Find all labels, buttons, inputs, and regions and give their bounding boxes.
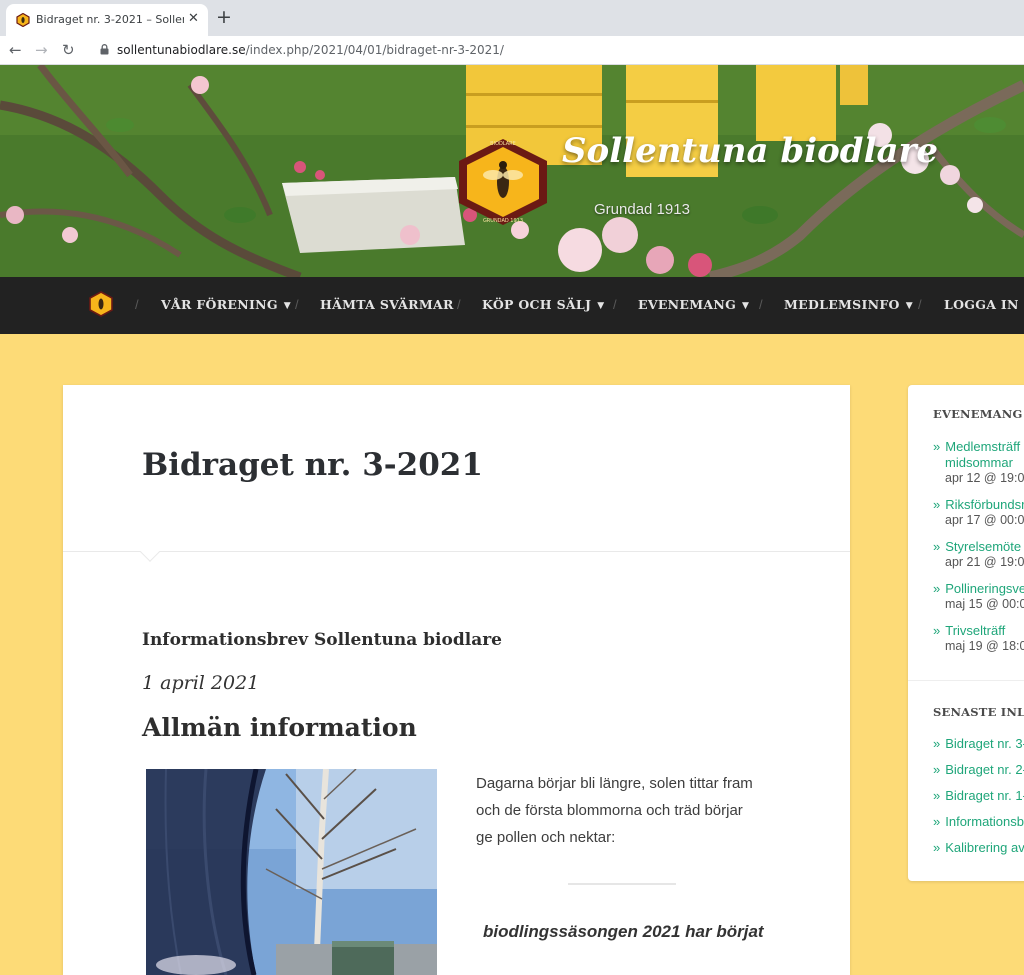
logo-top-text: BIODLARE [490,141,516,147]
new-tab-button[interactable]: + [216,7,232,27]
chevron-down-icon: ▼ [742,301,750,311]
url-path: /index.php/2021/04/01/bidraget-nr-3-2021… [245,43,504,57]
recent-posts-widget-title: SENASTE INLÄG [933,705,1024,719]
event-title: Trivselträff [945,623,1006,638]
chevron-right-icon: » [933,539,941,554]
event-date: apr 12 @ 19:0 [945,471,1024,485]
forward-arrow-icon[interactable]: → [35,40,48,60]
menu-separator: / [759,297,763,312]
menu-item-logga-in[interactable]: LOGGA IN [944,297,1019,312]
sidebar-event-link-line2[interactable]: midsommar [945,455,1013,470]
chevron-right-icon: » [933,788,941,803]
event-date: apr 17 @ 00:0 [945,513,1024,527]
post-title: Bidraget nr. 3-2021 [142,447,483,483]
recent-post-title: Bidraget nr. 1- [945,788,1024,803]
menu-item-evenemang[interactable]: EVENEMANG ▼ [638,297,749,312]
url-host: sollentunabiodlare.se [117,43,246,57]
recent-post-link[interactable]: » Bidraget nr. 1- [933,788,1024,803]
post-subheading: Informationsbrev Sollentuna biodlare [142,630,502,650]
tab-close-icon[interactable]: ✕ [188,11,199,26]
chevron-right-icon: » [933,581,941,596]
menu-item-medlemsinfo[interactable]: MEDLEMSINFO ▼ [784,297,913,312]
event-title: Pollineringsve [945,581,1024,596]
menu-item-hamta-svarmar[interactable]: HÄMTA SVÄRMAR [320,297,454,312]
chevron-down-icon: ▼ [597,301,605,311]
association-logo-icon: BIODLARE GRUNDAD 1913 [459,139,547,225]
paragraph-line: Dagarna börjar bli längre, solen tittar … [476,775,753,792]
event-date: apr 21 @ 19:0 [945,555,1024,569]
paragraph-line: och de första blommorna och träd börjar [476,802,743,819]
recent-post-link[interactable]: » Kalibrering av [933,840,1024,855]
sidebar-event-link[interactable]: » Medlemsträff [933,439,1020,454]
post-date: 1 april 2021 [142,672,260,694]
menu-item-label: VÅR FÖRENING [161,297,278,312]
chevron-right-icon: » [933,623,941,638]
separator-line [568,883,676,885]
menu-separator: / [918,297,922,312]
season-heading: biodlingssäsongen 2021 har börjat [483,922,764,941]
reload-icon[interactable]: ↻ [62,40,75,60]
menu-item-kop-och-salj[interactable]: KÖP OCH SÄLJ ▼ [482,297,604,312]
tab-title: Bidraget nr. 3-2021 – Sollentuna biodlar… [36,13,184,26]
sidebar-event-link[interactable]: » Riksförbundsr [933,497,1024,512]
recent-post-title: Bidraget nr. 3- [945,736,1024,751]
events-widget-title: EVENEMANG [933,407,1023,421]
home-hexagon-icon[interactable] [88,291,114,317]
menu-item-label: MEDLEMSINFO [784,297,900,312]
chevron-down-icon: ▼ [905,301,913,311]
chevron-right-icon: » [933,840,941,855]
chevron-right-icon: » [933,736,941,751]
event-date: maj 15 @ 00:0 [945,597,1024,611]
browser-toolbar: ← → ↻ sollentunabiodlare.se/index.php/20… [0,36,1024,65]
sidebar-event-link[interactable]: » Trivselträff [933,623,1005,638]
menu-item-label: LOGGA IN [944,297,1019,312]
widget-divider [908,680,1024,681]
recent-post-title: Kalibrering av [945,840,1024,855]
browser-tab[interactable]: Bidraget nr. 3-2021 – Sollentuna biodlar… [6,4,208,36]
menu-item-label: EVENEMANG [638,297,737,312]
recent-post-link[interactable]: » Bidraget nr. 3- [933,736,1024,751]
menu-separator: / [295,297,299,312]
menu-item-label: KÖP OCH SÄLJ [482,297,592,312]
sidebar-event-link[interactable]: » Styrelsemöte [933,539,1021,554]
menu-item-var-forening[interactable]: VÅR FÖRENING ▼ [161,297,291,312]
event-title: Medlemsträff [945,439,1021,454]
lock-icon[interactable] [100,44,109,55]
chevron-right-icon: » [933,814,941,829]
event-title: Styrelsemöte [945,539,1022,554]
menu-separator: / [457,297,461,312]
recent-post-title: Bidraget nr. 2- [945,762,1024,777]
site-title[interactable]: Sollentuna biodlare [562,131,938,171]
sidebar: EVENEMANG » Medlemsträff midsommar apr 12… [908,385,1024,881]
hexagon-favicon-icon [16,13,30,27]
back-arrow-icon[interactable]: ← [9,40,22,60]
post-paragraph: Dagarna börjar bli längre, solen tittar … [476,770,776,851]
recent-post-link[interactable]: » Bidraget nr. 2- [933,762,1024,777]
menu-separator: / [613,297,617,312]
paragraph-line: ge pollen och nektar: [476,829,616,846]
header-banner: BIODLARE GRUNDAD 1913 Sollentuna biodlar… [0,65,1024,277]
menu-item-label: HÄMTA SVÄRMAR [320,297,454,312]
recent-post-title: Informationsb [945,814,1024,829]
site-tagline: Grundad 1913 [594,201,690,218]
browser-tab-bar: Bidraget nr. 3-2021 – Sollentuna biodlar… [0,0,1024,36]
chevron-right-icon: » [933,762,941,777]
event-title: Riksförbundsr [945,497,1024,512]
event-date: maj 19 @ 18:0 [945,639,1024,653]
post-card: Bidraget nr. 3-2021 Informationsbrev Sol… [63,385,850,975]
chevron-right-icon: » [933,497,941,512]
address-bar[interactable]: sollentunabiodlare.se/index.php/2021/04/… [117,43,504,57]
sidebar-event-link[interactable]: » Pollineringsve [933,581,1024,596]
logo-bottom-text: GRUNDAD 1913 [483,218,523,224]
recent-post-link[interactable]: » Informationsb [933,814,1024,829]
chevron-down-icon: ▼ [283,301,292,311]
chevron-right-icon: » [933,439,941,454]
section-heading: Allmän information [142,713,417,742]
menu-separator: / [135,297,139,312]
beekeeper-veil-photo[interactable] [146,769,437,975]
main-navigation: / VÅR FÖRENING ▼ / HÄMTA SVÄRMAR / KÖP OC… [0,277,1024,334]
